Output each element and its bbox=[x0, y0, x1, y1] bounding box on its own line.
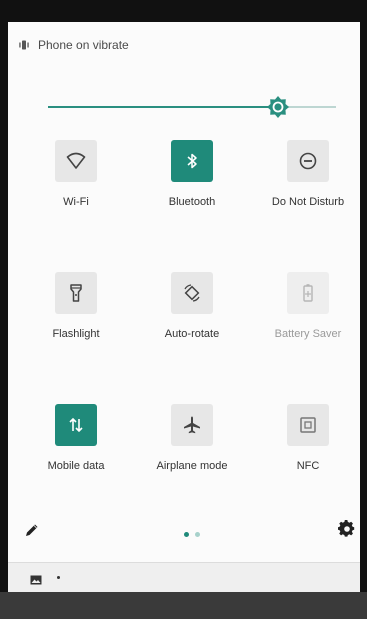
tile-battery-saver[interactable]: Battery Saver bbox=[260, 272, 356, 340]
settings-icon[interactable] bbox=[338, 520, 356, 543]
flashlight-tile-button[interactable] bbox=[55, 272, 97, 314]
tile-nfc[interactable]: NFC bbox=[260, 404, 356, 472]
dnd-icon bbox=[299, 152, 317, 170]
strip-dot bbox=[57, 576, 60, 579]
wifi-tile-button[interactable] bbox=[55, 140, 97, 182]
auto-rotate-tile-button[interactable] bbox=[171, 272, 213, 314]
navigation-bar bbox=[0, 592, 367, 619]
page-dot-1[interactable] bbox=[184, 532, 189, 537]
tile-flashlight[interactable]: Flashlight bbox=[28, 272, 124, 340]
dnd-label: Do Not Disturb bbox=[271, 196, 345, 208]
status-text: Phone on vibrate bbox=[38, 38, 129, 52]
auto-rotate-icon bbox=[184, 284, 200, 302]
nfc-icon bbox=[300, 417, 316, 433]
status-bar bbox=[0, 0, 367, 22]
dnd-tile-button[interactable] bbox=[287, 140, 329, 182]
bluetooth-label: Bluetooth bbox=[168, 196, 216, 208]
page-dot-2[interactable] bbox=[195, 532, 200, 537]
quick-settings-panel: Phone on vibrate Wi-Fi Bluetooth Do Not … bbox=[8, 22, 360, 562]
airplane-icon bbox=[184, 416, 200, 434]
vibrate-status: Phone on vibrate bbox=[18, 38, 129, 52]
brightness-track-fill bbox=[48, 106, 278, 108]
brightness-thumb-icon[interactable] bbox=[266, 95, 290, 119]
nfc-label: NFC bbox=[296, 460, 320, 472]
auto-rotate-label: Auto-rotate bbox=[164, 328, 220, 340]
airplane-label: Airplane mode bbox=[156, 460, 228, 472]
nfc-tile-button[interactable] bbox=[287, 404, 329, 446]
wifi-icon bbox=[66, 152, 86, 169]
airplane-tile-button[interactable] bbox=[171, 404, 213, 446]
mobile-data-label: Mobile data bbox=[47, 460, 105, 472]
tile-bluetooth[interactable]: Bluetooth bbox=[144, 140, 240, 208]
battery-saver-tile-button[interactable] bbox=[287, 272, 329, 314]
tile-airplane-mode[interactable]: Airplane mode bbox=[144, 404, 240, 472]
tile-wifi[interactable]: Wi-Fi bbox=[28, 140, 124, 208]
bluetooth-tile-button[interactable] bbox=[171, 140, 213, 182]
tile-auto-rotate[interactable]: Auto-rotate bbox=[144, 272, 240, 340]
tile-do-not-disturb[interactable]: Do Not Disturb bbox=[260, 140, 356, 208]
vibrate-icon bbox=[18, 39, 30, 51]
tile-mobile-data[interactable]: Mobile data bbox=[28, 404, 124, 472]
mobile-data-tile-button[interactable] bbox=[55, 404, 97, 446]
flashlight-label: Flashlight bbox=[52, 328, 100, 340]
panel-footer bbox=[8, 516, 360, 556]
brightness-slider[interactable] bbox=[48, 92, 336, 122]
image-icon bbox=[30, 572, 42, 590]
notification-strip[interactable] bbox=[8, 562, 360, 593]
bluetooth-icon bbox=[187, 153, 197, 169]
edit-icon[interactable] bbox=[24, 522, 40, 543]
flashlight-icon bbox=[70, 284, 82, 302]
wifi-label: Wi-Fi bbox=[63, 196, 89, 208]
battery-saver-label: Battery Saver bbox=[274, 328, 342, 340]
page-indicator bbox=[184, 532, 200, 537]
mobile-data-icon bbox=[69, 417, 83, 433]
battery-saver-icon bbox=[303, 284, 313, 302]
